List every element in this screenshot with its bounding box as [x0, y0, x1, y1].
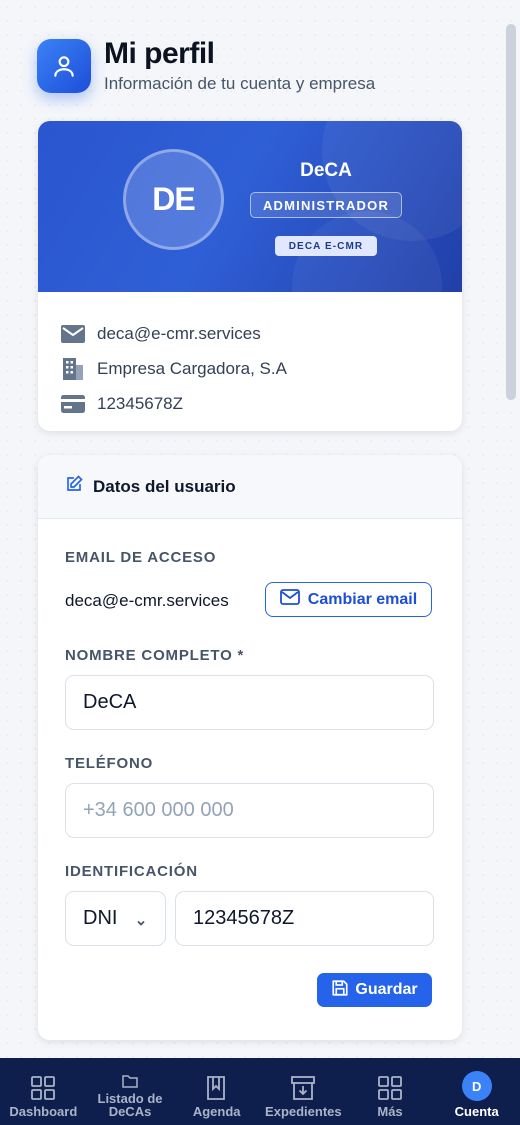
info-company: Empresa Cargadora, S.A: [97, 358, 287, 378]
scroll-area[interactable]: Mi perfil Información de tu cuenta y emp…: [0, 0, 520, 1058]
nav-label-mas: Más: [377, 1104, 403, 1119]
edit-icon: [65, 475, 83, 498]
nav-label-listado: Listado de DeCAs: [97, 1091, 163, 1119]
profile-name: DeCA: [300, 160, 352, 181]
nav-item-agenda[interactable]: Agenda: [173, 1058, 260, 1125]
scrollbar-thumb[interactable]: [506, 24, 516, 400]
id-label: IDENTIFICACIÓN: [65, 863, 198, 880]
page-title: Mi perfil: [104, 37, 215, 70]
role-badge: ADMINISTRADOR: [250, 192, 402, 218]
email-label: EMAIL DE ACCESO: [65, 549, 217, 566]
nav-item-mas[interactable]: Más: [347, 1058, 434, 1125]
change-email-button[interactable]: Cambiar email: [265, 582, 432, 617]
page-header: Mi perfil Información de tu cuenta y emp…: [37, 38, 375, 94]
user-icon: [37, 39, 91, 93]
profile-card: DE DeCA ADMINISTRADOR DECA E-CMR deca@e-…: [38, 121, 462, 431]
nav-label-agenda: Agenda: [192, 1104, 241, 1119]
nav-label-cuenta: Cuenta: [454, 1104, 499, 1119]
user-data-form: Datos del usuario EMAIL DE ACCESO deca@e…: [38, 455, 462, 1040]
email-value: deca@e-cmr.services: [65, 591, 229, 610]
grid-icon: [30, 1075, 56, 1101]
profile-banner: DE DeCA ADMINISTRADOR DECA E-CMR: [38, 121, 462, 292]
nav-item-listado[interactable]: Listado de DeCAs: [87, 1058, 174, 1125]
mail-icon: [60, 323, 86, 345]
building-icon: [60, 357, 86, 380]
name-input[interactable]: [65, 675, 434, 730]
nav-label-expedientes: Expedientes: [265, 1104, 342, 1119]
nav-item-cuenta[interactable]: D Cuenta: [433, 1058, 520, 1125]
form-title: Datos del usuario: [93, 476, 236, 496]
id-type-select[interactable]: DNI: [65, 891, 166, 946]
nav-item-expedientes[interactable]: Expedientes: [260, 1058, 347, 1125]
page-subtitle: Información de tu cuenta y empresa: [104, 74, 376, 93]
save-icon: [331, 979, 349, 1002]
company-badge: DECA E-CMR: [275, 236, 377, 256]
save-button[interactable]: Guardar: [317, 973, 432, 1007]
nav-item-dashboard[interactable]: Dashboard: [0, 1058, 87, 1125]
change-email-label: Cambiar email: [307, 590, 418, 608]
profile-info-list: deca@e-cmr.services Empresa Cargadora, S…: [38, 292, 462, 421]
archive-icon: [290, 1075, 316, 1101]
folder-icon: [122, 1074, 138, 1088]
avatar: DE: [123, 149, 224, 250]
phone-input[interactable]: [65, 783, 434, 838]
save-label: Guardar: [355, 981, 418, 998]
chevron-down-icon: [135, 912, 147, 935]
info-email: deca@e-cmr.services: [97, 323, 261, 343]
info-row-id: 12345678Z: [60, 386, 462, 421]
name-label: NOMBRE COMPLETO *: [65, 647, 245, 664]
info-id: 12345678Z: [97, 393, 184, 413]
avatar: D: [461, 1071, 492, 1101]
info-row-company: Empresa Cargadora, S.A: [60, 351, 462, 386]
book-icon: [205, 1075, 229, 1101]
id-number-input[interactable]: [175, 891, 434, 946]
form-header: Datos del usuario: [38, 455, 462, 519]
bottom-nav: Dashboard Listado de DeCAs Agenda Expedi…: [0, 1058, 520, 1125]
id-card-icon: [60, 393, 86, 415]
phone-label: TELÉFONO: [65, 755, 154, 772]
id-type-value: DNI: [83, 907, 118, 929]
mail-outline-icon: [279, 589, 300, 610]
info-row-email: deca@e-cmr.services: [60, 316, 462, 351]
grid-icon: [377, 1075, 403, 1101]
nav-label-dashboard: Dashboard: [9, 1104, 78, 1119]
